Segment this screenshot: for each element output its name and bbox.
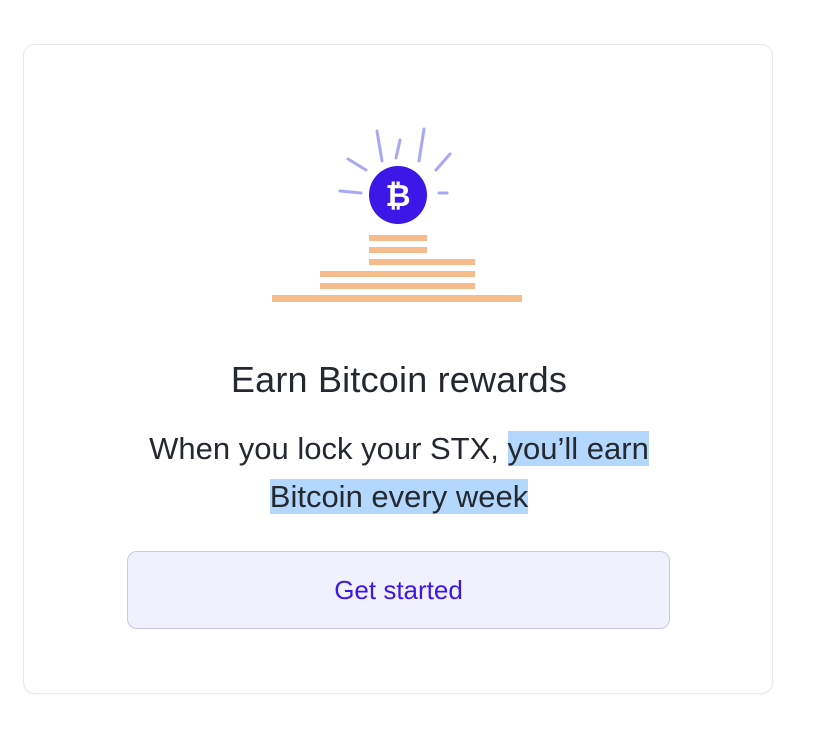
svg-text:₿: ₿ — [385, 178, 410, 214]
highlighted-text-line1: you’ll earn — [507, 431, 649, 466]
bitcoin-icon: ₿ — [369, 166, 427, 224]
highlighted-text-line2: Bitcoin every week — [269, 479, 529, 514]
bitcoin-rewards-illustration: ₿ — [272, 125, 532, 305]
rewards-card: ₿ Earn Bitcoin rewards When you lock you… — [23, 44, 773, 694]
description-text: When you lock your STX, — [149, 431, 508, 466]
coin-stacks-icon — [272, 235, 522, 302]
card-description: When you lock your STX, you’ll earn Bitco… — [104, 425, 694, 521]
get-started-button[interactable]: Get started — [127, 551, 670, 629]
card-title: Earn Bitcoin rewards — [230, 359, 568, 400]
